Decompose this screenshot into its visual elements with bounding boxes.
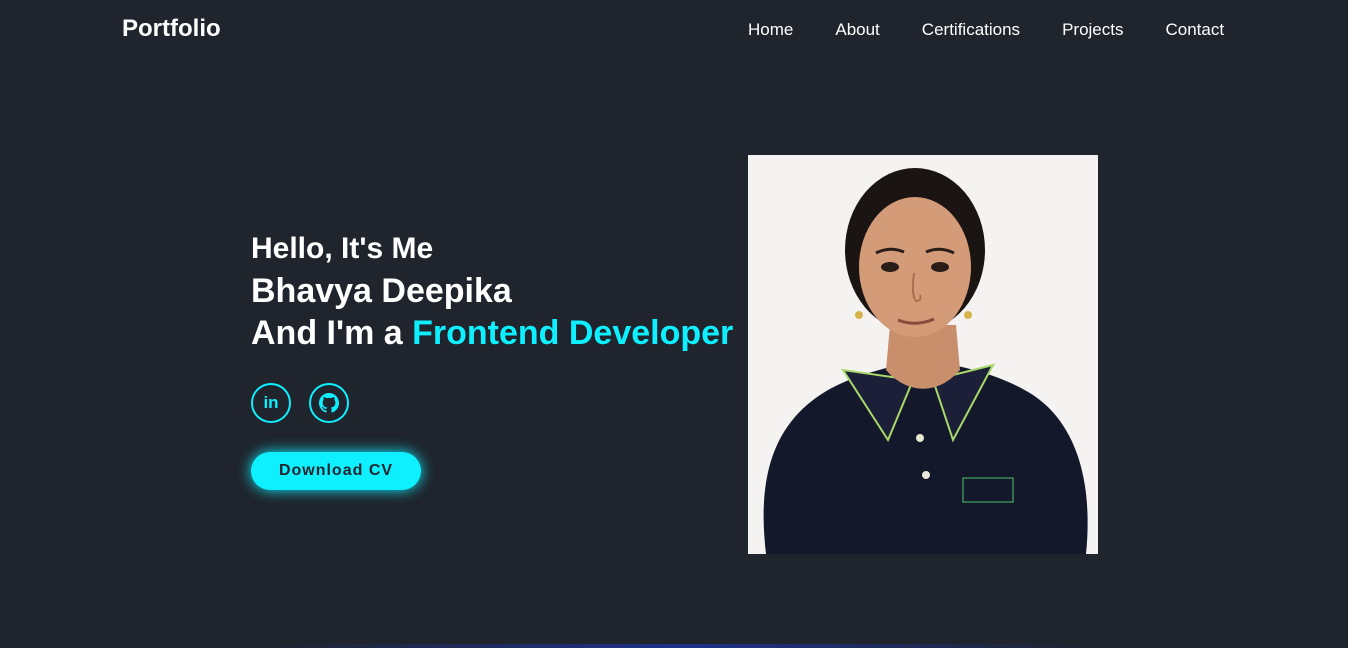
nav-about[interactable]: About: [814, 20, 900, 40]
nav-contact[interactable]: Contact: [1144, 20, 1245, 40]
logo[interactable]: Portfolio: [122, 15, 221, 43]
hero-name: Bhavya Deepika: [251, 272, 512, 310]
hero-content: Hello, It's Me Bhavya Deepika And I'm a …: [251, 228, 733, 354]
main-nav: Home About Certifications Projects Conta…: [727, 20, 1245, 40]
profile-photo: [748, 155, 1098, 554]
hero-greeting: Hello, It's Me: [251, 232, 434, 265]
section-divider: [260, 644, 1100, 648]
social-links: in: [251, 383, 349, 423]
site-header: Portfolio Home About Certifications Proj…: [0, 0, 1348, 62]
github-icon: [319, 393, 339, 413]
hero-role: Frontend Developer: [412, 314, 734, 352]
linkedin-icon: in: [263, 393, 279, 412]
hero-role-line: And I'm a Frontend Developer: [251, 312, 733, 354]
nav-projects[interactable]: Projects: [1041, 20, 1144, 40]
nav-certifications[interactable]: Certifications: [901, 20, 1041, 40]
github-link[interactable]: [309, 383, 349, 423]
download-cv-button[interactable]: Download CV: [251, 452, 421, 490]
linkedin-link[interactable]: in: [251, 383, 291, 423]
nav-home[interactable]: Home: [727, 20, 814, 40]
hero-role-prefix: And I'm a: [251, 314, 413, 352]
